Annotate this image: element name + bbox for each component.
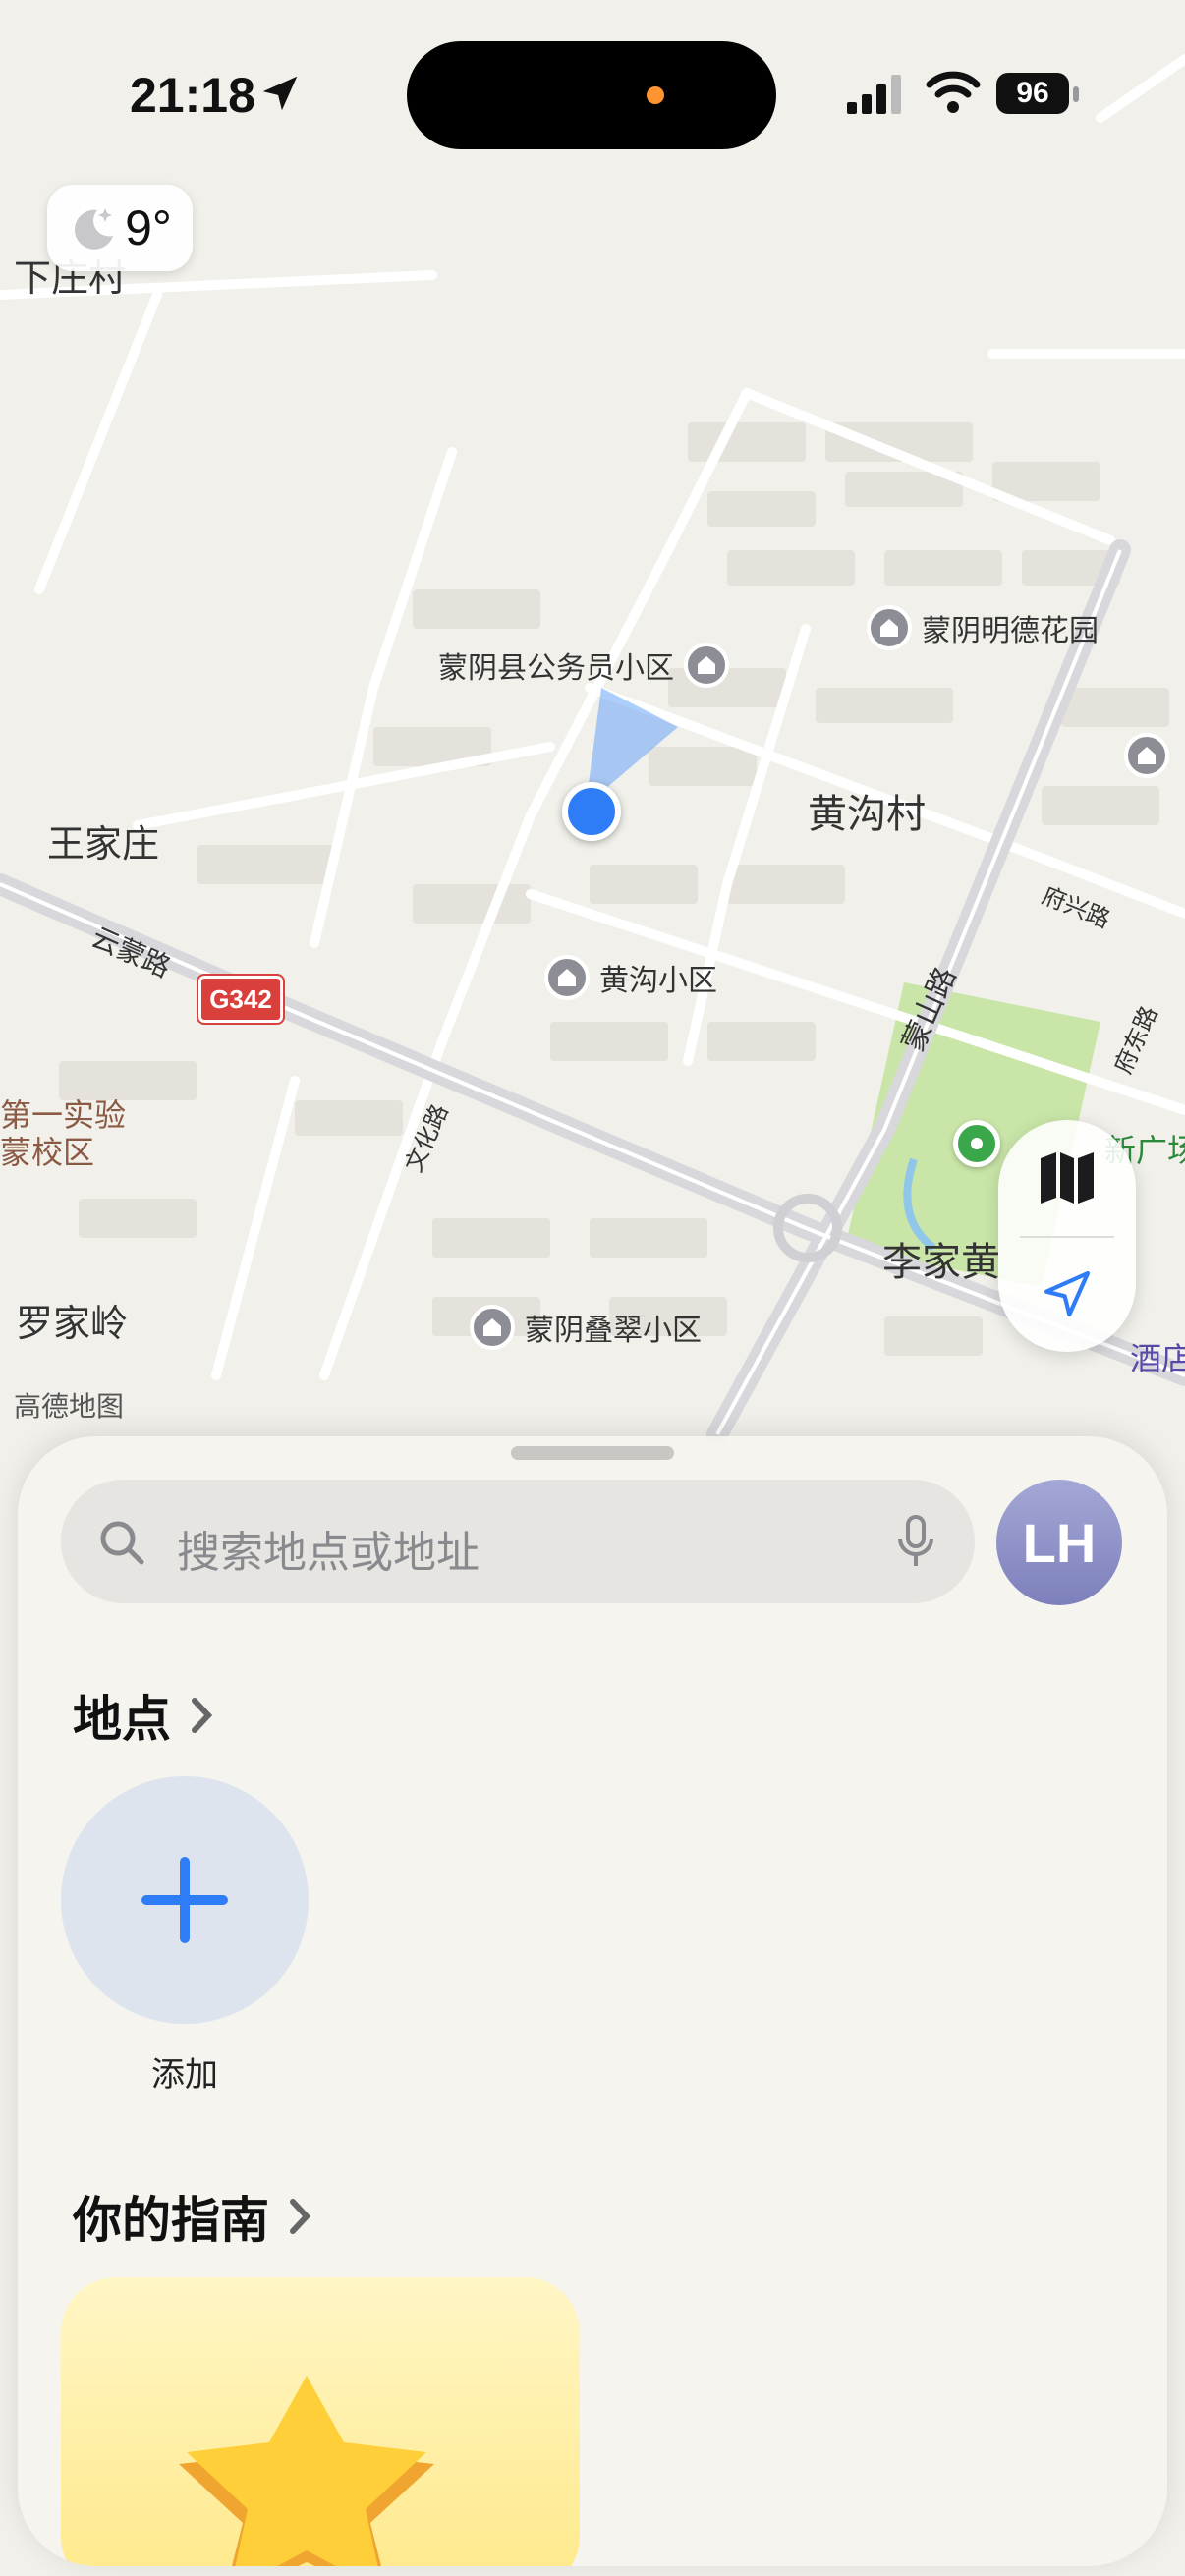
map-label-hotel: 酒店 bbox=[1130, 1340, 1185, 1377]
weather-temperature: 9° bbox=[125, 200, 172, 255]
bottom-sheet[interactable]: 搜索地点或地址 LH 地点 添加 你的指南 bbox=[18, 1436, 1167, 2566]
house-icon bbox=[684, 643, 729, 688]
search-icon bbox=[100, 1521, 144, 1565]
privacy-indicator bbox=[647, 86, 664, 104]
map-icon bbox=[1041, 1152, 1094, 1204]
battery-level: 96 bbox=[1016, 77, 1049, 109]
battery-icon: 96 bbox=[996, 73, 1069, 114]
add-place-button[interactable] bbox=[61, 1776, 309, 2024]
house-icon bbox=[544, 955, 590, 1000]
location-arrow-icon bbox=[1044, 1270, 1091, 1317]
current-location-dot[interactable] bbox=[562, 782, 621, 841]
highway-shield: G342 bbox=[197, 974, 285, 1025]
search-bar[interactable]: 搜索地点或地址 bbox=[61, 1480, 975, 1603]
map-label-luojialing: 罗家岭 bbox=[16, 1302, 129, 1345]
plus-icon bbox=[141, 1857, 228, 1943]
map-label-wangjiazhuang: 王家庄 bbox=[47, 822, 160, 866]
poi-mingde-garden[interactable]: 蒙阴明德花园 bbox=[867, 605, 1099, 650]
map-controls bbox=[998, 1120, 1136, 1352]
guide-card[interactable] bbox=[61, 2277, 580, 2566]
poi-label: 蒙阴叠翠小区 bbox=[525, 1314, 702, 1348]
poi-huanggou-district[interactable]: 黄沟小区 bbox=[544, 955, 717, 1000]
poi-label: 蒙阴县公务员小区 bbox=[438, 651, 674, 686]
poi-civil-servant-district[interactable]: 蒙阴县公务员小区 bbox=[438, 643, 729, 688]
locate-button[interactable] bbox=[998, 1236, 1136, 1352]
house-icon bbox=[470, 1305, 515, 1350]
chevron-right-icon bbox=[290, 2199, 311, 2234]
weather-widget[interactable]: 9° bbox=[47, 185, 193, 271]
battery-cap bbox=[1073, 86, 1079, 102]
poi-extra[interactable] bbox=[1124, 733, 1169, 778]
moon-icon bbox=[75, 208, 114, 250]
poi-diecui-district[interactable]: 蒙阴叠翠小区 bbox=[470, 1305, 702, 1350]
cellular-signal-icon bbox=[847, 75, 901, 114]
park-pin-icon[interactable] bbox=[953, 1120, 1000, 1167]
search-input[interactable]: 搜索地点或地址 bbox=[177, 1517, 480, 1580]
location-arrow-icon bbox=[262, 76, 298, 111]
map-mode-button[interactable] bbox=[998, 1120, 1136, 1236]
house-icon bbox=[867, 605, 912, 650]
status-bar: 21:18 96 bbox=[0, 0, 1185, 187]
map-attribution: 高德地图 bbox=[14, 1390, 125, 1423]
places-title: 地点 bbox=[73, 1691, 171, 1748]
sheet-grabber[interactable] bbox=[511, 1446, 674, 1460]
microphone-icon[interactable] bbox=[896, 1515, 935, 1570]
dynamic-island bbox=[407, 41, 776, 149]
chevron-right-icon bbox=[192, 1698, 213, 1733]
house-icon bbox=[1124, 733, 1169, 778]
wifi-icon bbox=[926, 71, 981, 113]
status-time: 21:18 bbox=[130, 68, 255, 123]
map-label-school: 第一实验 蒙校区 bbox=[0, 1096, 127, 1171]
add-place-label: 添加 bbox=[151, 2055, 218, 2095]
guides-title: 你的指南 bbox=[73, 2192, 269, 2249]
star-icon bbox=[179, 2376, 434, 2566]
map-label-lijia: 李家黄 bbox=[882, 1240, 1000, 1285]
map-label-huanggou-village: 黄沟村 bbox=[808, 792, 926, 837]
poi-label: 蒙阴明德花园 bbox=[922, 614, 1099, 648]
avatar[interactable]: LH bbox=[996, 1480, 1122, 1605]
poi-label: 黄沟小区 bbox=[599, 964, 717, 998]
places-header[interactable]: 地点 bbox=[73, 1680, 216, 1751]
guides-header[interactable]: 你的指南 bbox=[73, 2181, 314, 2252]
